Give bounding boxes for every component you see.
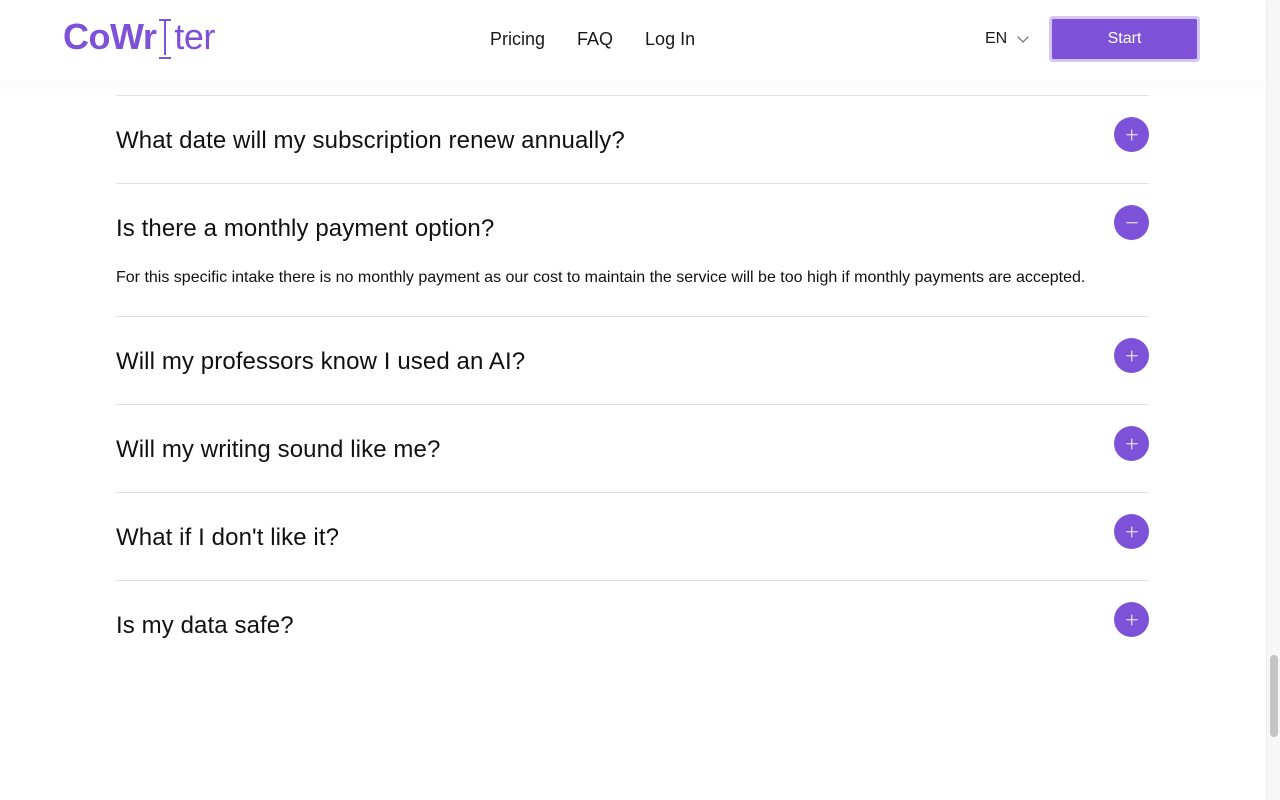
- main-nav: Pricing FAQ Log In: [490, 27, 695, 51]
- nav-link-faq[interactable]: FAQ: [577, 27, 613, 51]
- faq-question: What if I don't like it?: [116, 523, 340, 551]
- plus-icon[interactable]: [1114, 426, 1149, 461]
- faq-question-row[interactable]: What date will my subscription renew ann…: [116, 96, 1149, 183]
- plus-icon[interactable]: [1114, 117, 1149, 152]
- faq-item: Is there a monthly payment option? For t…: [116, 183, 1149, 316]
- logo-text-part2: ter: [174, 16, 215, 57]
- faq-item: Is my data safe?: [116, 580, 1149, 668]
- plus-icon[interactable]: [1114, 602, 1149, 637]
- minus-icon[interactable]: [1114, 205, 1149, 240]
- plus-icon[interactable]: [1114, 338, 1149, 373]
- faq-item: What date will my subscription renew ann…: [116, 95, 1149, 183]
- plus-icon[interactable]: [1114, 514, 1149, 549]
- site-header: CoWr ter Pricing FAQ Log In EN Start: [0, 0, 1266, 80]
- chevron-down-icon: [1017, 30, 1029, 43]
- faq-question: What date will my subscription renew ann…: [116, 126, 625, 154]
- text-cursor-icon: [158, 17, 172, 59]
- faq-list: What date will my subscription renew ann…: [116, 95, 1149, 668]
- start-button[interactable]: Start: [1049, 16, 1200, 62]
- faq-question-row[interactable]: Will my professors know I used an AI?: [116, 317, 1149, 404]
- faq-item: What if I don't like it?: [116, 492, 1149, 580]
- faq-answer: For this specific intake there is no mon…: [116, 269, 1086, 286]
- faq-question: Will my writing sound like me?: [116, 435, 441, 463]
- language-label: EN: [985, 30, 1008, 47]
- faq-question: Is my data safe?: [116, 611, 294, 639]
- language-selector[interactable]: EN: [985, 30, 1029, 48]
- nav-link-login[interactable]: Log In: [645, 27, 695, 51]
- nav-link-pricing[interactable]: Pricing: [490, 27, 545, 51]
- faq-question: Is there a monthly payment option?: [116, 214, 495, 242]
- faq-question-row[interactable]: What if I don't like it?: [116, 493, 1149, 580]
- faq-question-row[interactable]: Is there a monthly payment option?: [116, 184, 1149, 271]
- faq-item: Will my writing sound like me?: [116, 404, 1149, 492]
- scrollbar-thumb[interactable]: [1270, 655, 1278, 737]
- faq-question: Will my professors know I used an AI?: [116, 347, 526, 375]
- logo-text-part1: CoWr: [63, 16, 157, 57]
- cowriter-logo[interactable]: CoWr ter: [63, 14, 215, 60]
- faq-question-row[interactable]: Will my writing sound like me?: [116, 405, 1149, 492]
- faq-item: Will my professors know I used an AI?: [116, 316, 1149, 404]
- vertical-scrollbar[interactable]: [1266, 0, 1280, 800]
- page: CoWr ter Pricing FAQ Log In EN Start Wha…: [0, 0, 1280, 800]
- faq-question-row[interactable]: Is my data safe?: [116, 581, 1149, 668]
